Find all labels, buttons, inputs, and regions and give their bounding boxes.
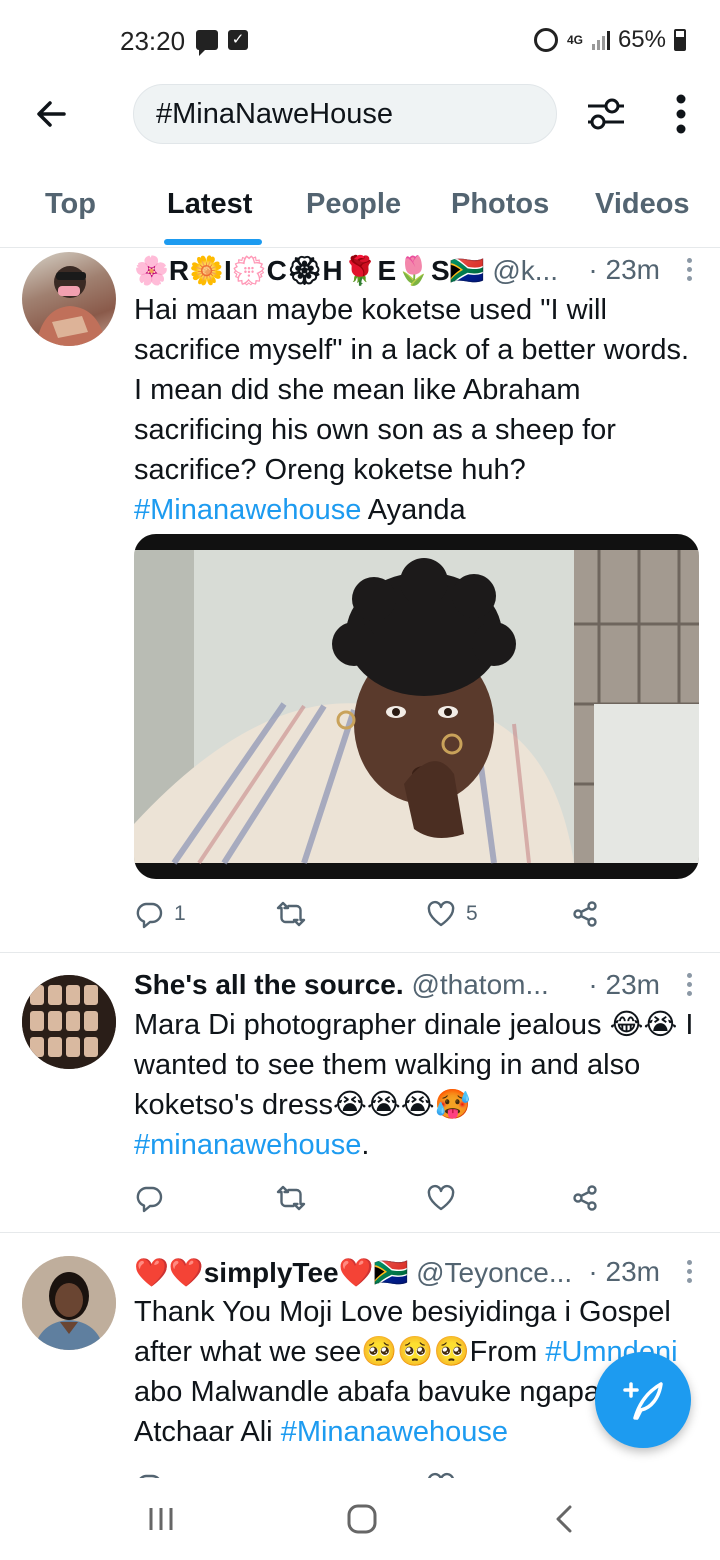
- home-icon[interactable]: [346, 1504, 378, 1539]
- tweet-options-icon[interactable]: [682, 256, 696, 284]
- heart-icon: [427, 900, 455, 927]
- reply-icon: [136, 902, 163, 929]
- display-name[interactable]: ❤️❤️simplyTee❤️🇿🇦: [134, 1257, 408, 1288]
- tweet-time: · 23m: [588, 969, 660, 1000]
- display-name[interactable]: 🌸R🌼I💮C🏵H🌹E🌷S🇿🇦: [134, 255, 485, 286]
- avatar[interactable]: [22, 252, 116, 346]
- checkbox-notification-icon: ✓: [228, 30, 248, 50]
- tab-latest[interactable]: Latest: [167, 188, 252, 221]
- tweet-options-icon[interactable]: [682, 1258, 696, 1286]
- retweet-icon: [276, 1185, 306, 1211]
- back-nav-icon[interactable]: [552, 1504, 576, 1539]
- retweet-button[interactable]: [276, 1178, 316, 1218]
- battery-percent: 65%: [617, 26, 666, 53]
- avatar[interactable]: [22, 1256, 116, 1350]
- compose-tweet-button[interactable]: [595, 1352, 691, 1448]
- tweet[interactable]: ❤️❤️simplyTee❤️🇿🇦 @Teyonce... · 23m Than…: [0, 1234, 720, 1478]
- reply-button[interactable]: [134, 1466, 164, 1478]
- tweet-image[interactable]: [134, 534, 699, 879]
- tab-videos[interactable]: Videos: [595, 188, 690, 221]
- reply-button[interactable]: 1: [134, 894, 186, 934]
- recent-apps-icon[interactable]: [146, 1504, 176, 1539]
- tweet-text: Hai maan maybe koketse used "I will sacr…: [134, 294, 690, 526]
- reply-button[interactable]: [134, 1178, 174, 1218]
- avatar[interactable]: [22, 975, 116, 1069]
- retweet-button[interactable]: [276, 894, 316, 934]
- retweet-icon: [276, 901, 306, 927]
- tweet-time: · 23m: [588, 1256, 660, 1287]
- share-button[interactable]: [570, 1178, 600, 1218]
- display-name[interactable]: She's all the source.: [134, 969, 404, 1000]
- tab-top[interactable]: Top: [45, 188, 96, 221]
- like-button[interactable]: [426, 1178, 466, 1218]
- reply-icon: [136, 1186, 163, 1213]
- active-tab-indicator: [164, 239, 262, 245]
- user-handle[interactable]: @k...: [492, 255, 558, 286]
- search-input[interactable]: #MinaNaweHouse: [133, 84, 557, 144]
- status-time: 23:20: [120, 26, 186, 56]
- tweet[interactable]: 🌸R🌼I💮C🏵H🌹E🌷S🇿🇦 @k... · 23m Hai maan mayb…: [0, 248, 720, 953]
- reply-icon: [139, 1474, 160, 1478]
- tweet-actions: [134, 1466, 624, 1478]
- heart-icon: [427, 1184, 455, 1211]
- battery-icon: [674, 29, 686, 51]
- reply-count: 1: [174, 902, 186, 925]
- filter-sliders-icon[interactable]: [584, 94, 628, 134]
- tweet-options-icon[interactable]: [682, 971, 696, 999]
- more-vertical-icon[interactable]: [666, 92, 696, 136]
- hashtag-link[interactable]: #minanawehouse: [134, 1129, 361, 1161]
- signal-icon: [591, 30, 610, 50]
- tweet[interactable]: She's all the source. @thatom... · 23m M…: [0, 953, 720, 1233]
- status-bar: 23:20 ✓ 4G 65%: [0, 0, 720, 80]
- network-type-icon: 4G: [566, 33, 583, 47]
- back-arrow-icon[interactable]: [30, 92, 74, 136]
- hashtag-link[interactable]: #Minanawehouse: [281, 1416, 508, 1448]
- tweet-actions: [134, 1178, 624, 1218]
- tweet-time: · 23m: [588, 254, 660, 285]
- like-button[interactable]: [426, 1466, 456, 1478]
- tab-photos[interactable]: Photos: [451, 188, 549, 221]
- alarm-icon: [533, 28, 558, 52]
- message-notification-icon: [196, 30, 218, 56]
- tab-people[interactable]: People: [306, 188, 401, 221]
- compose-feather-icon: [623, 1382, 663, 1420]
- system-navigation-bar: [0, 1478, 720, 1560]
- share-icon: [573, 901, 597, 927]
- tweet-actions: 1 5: [134, 894, 624, 934]
- like-count: 5: [466, 902, 478, 925]
- heart-icon: [428, 1472, 454, 1478]
- search-tabs: Top Latest People Photos Videos: [0, 170, 720, 248]
- share-button[interactable]: [570, 894, 600, 934]
- tweet-text: Mara Di photographer dinale jealous 😂😭 I…: [134, 1009, 694, 1161]
- hashtag-link[interactable]: #Minanawehouse: [134, 494, 361, 526]
- user-handle[interactable]: @thatom...: [411, 969, 548, 1000]
- user-handle[interactable]: @Teyonce...: [416, 1257, 572, 1288]
- like-button[interactable]: 5: [426, 894, 478, 934]
- share-icon: [573, 1185, 597, 1211]
